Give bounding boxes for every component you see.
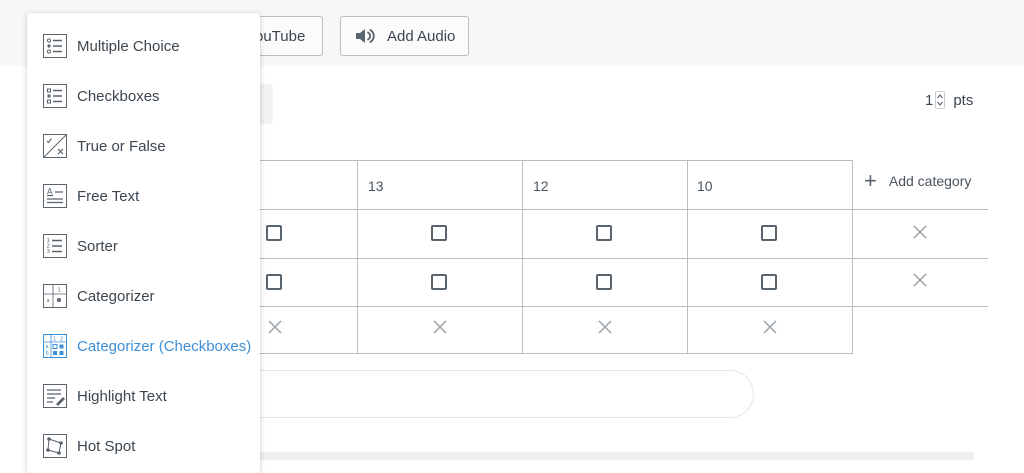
menu-item-label: Categorizer (Checkboxes) <box>77 337 252 355</box>
audio-button-label: Add Audio <box>387 27 456 45</box>
add-category-label: Add category <box>888 173 972 189</box>
highlight-text-icon <box>43 384 67 408</box>
menu-item-highlight-text[interactable]: Highlight Text <box>27 374 260 418</box>
menu-item-categorizer-checkboxes[interactable]: 1 2 a b Categorizer (Checkboxes) <box>27 324 260 368</box>
menu-item-true-or-false[interactable]: True or False <box>27 124 260 168</box>
menu-item-label: Hot Spot <box>77 437 136 455</box>
add-category-button[interactable]: + Add category <box>864 168 972 193</box>
row1-col1-checkbox[interactable] <box>431 225 447 241</box>
row1-col2-checkbox[interactable] <box>596 225 612 241</box>
category-header-1[interactable]: 13 <box>368 178 384 194</box>
svg-text:2: 2 <box>60 337 63 343</box>
menu-item-checkboxes[interactable]: Checkboxes <box>27 74 260 118</box>
points-field[interactable]: 1 pts <box>925 90 973 110</box>
svg-text:1: 1 <box>58 288 61 294</box>
menu-item-sorter[interactable]: 1 2 3 Sorter <box>27 224 260 268</box>
menu-item-multiple-choice[interactable]: Multiple Choice <box>27 24 260 68</box>
menu-item-free-text[interactable]: A Free Text <box>27 174 260 218</box>
row1-col3-checkbox[interactable] <box>761 225 777 241</box>
free-text-icon: A <box>43 184 67 208</box>
delete-column-1-icon[interactable] <box>432 319 448 335</box>
svg-text:A: A <box>47 187 53 196</box>
menu-item-label: Checkboxes <box>77 87 160 105</box>
menu-item-label: Highlight Text <box>77 387 167 405</box>
delete-column-0-icon[interactable] <box>267 319 283 335</box>
question-title-field[interactable] <box>258 84 273 124</box>
delete-column-2-icon[interactable] <box>597 319 613 335</box>
points-value: 1 <box>925 91 934 109</box>
svg-text:3: 3 <box>47 249 51 255</box>
speaker-icon <box>356 29 375 43</box>
row1-col0-checkbox[interactable] <box>266 225 282 241</box>
categorizer-checkboxes-icon: 1 2 a b <box>43 334 67 358</box>
delete-row-1-icon[interactable] <box>912 224 928 240</box>
category-header-3[interactable]: 10 <box>697 178 713 194</box>
row2-col0-checkbox[interactable] <box>266 274 282 290</box>
menu-item-label: Sorter <box>77 237 118 255</box>
bottom-bar <box>258 452 974 460</box>
svg-text:a: a <box>47 298 50 304</box>
row2-col3-checkbox[interactable] <box>761 274 777 290</box>
question-type-menu: Multiple Choice Checkboxes True or False… <box>27 13 260 473</box>
checkboxes-icon <box>43 84 67 108</box>
svg-text:1: 1 <box>53 337 56 343</box>
menu-item-label: True or False <box>77 137 166 155</box>
youtube-button-label: ouTube <box>255 27 306 45</box>
true-false-icon <box>43 134 67 158</box>
row2-col2-checkbox[interactable] <box>596 274 612 290</box>
category-header-2[interactable]: 12 <box>533 178 549 194</box>
menu-item-label: Multiple Choice <box>77 37 180 55</box>
svg-text:b: b <box>46 351 49 357</box>
feedback-input[interactable] <box>250 370 754 418</box>
svg-text:a: a <box>46 344 49 350</box>
delete-column-3-icon[interactable] <box>762 319 778 335</box>
menu-item-label: Categorizer <box>77 287 155 305</box>
delete-row-2-icon[interactable] <box>912 272 928 288</box>
points-unit: pts <box>953 91 974 109</box>
points-stepper[interactable] <box>935 91 946 109</box>
menu-item-hot-spot[interactable]: Hot Spot <box>27 424 260 468</box>
plus-icon: + <box>864 168 877 193</box>
add-audio-button[interactable]: Add Audio <box>340 16 469 56</box>
row2-col1-checkbox[interactable] <box>431 274 447 290</box>
hot-spot-icon <box>43 434 67 458</box>
menu-item-categorizer[interactable]: 1 a Categorizer <box>27 274 260 318</box>
sorter-icon: 1 2 3 <box>43 234 67 258</box>
menu-item-label: Free Text <box>77 187 140 205</box>
categorizer-icon: 1 a <box>43 284 67 308</box>
multiple-choice-icon <box>43 34 67 58</box>
